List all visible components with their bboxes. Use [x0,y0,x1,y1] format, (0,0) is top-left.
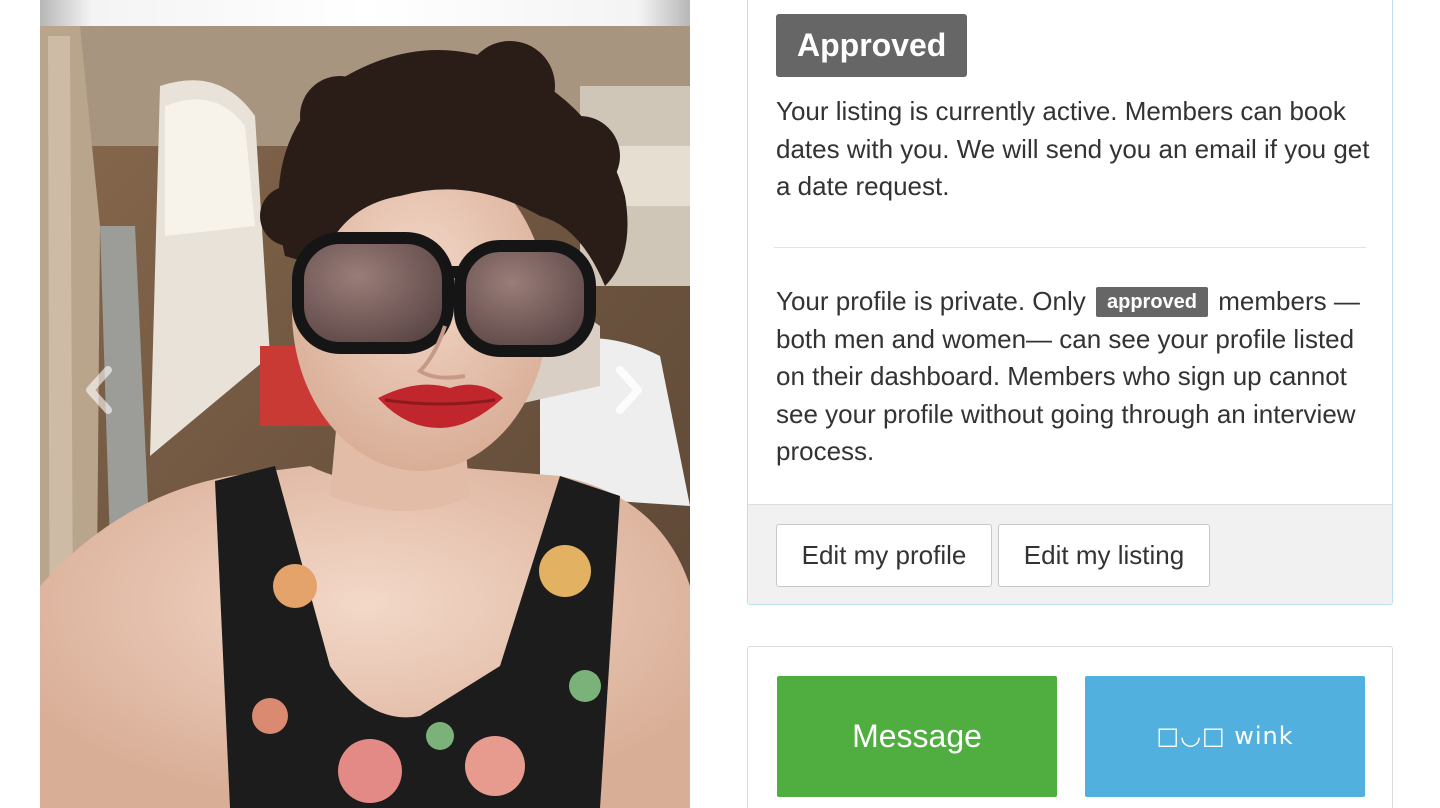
section-divider [774,247,1366,248]
status-panel-footer: Edit my profile Edit my listing [748,504,1392,604]
listing-status-panel: Approved Your listing is currently activ… [747,0,1393,605]
carousel-prev-button[interactable] [78,360,122,420]
chevron-right-icon [616,366,642,414]
profile-photo [40,26,690,808]
approved-status-badge: Approved [776,14,968,77]
carousel-top-bar [40,0,690,26]
carousel-next-button[interactable] [606,360,650,420]
chevron-left-icon [86,366,112,414]
privacy-text-before: Your profile is private. Only [776,286,1086,316]
edit-profile-button[interactable]: Edit my profile [776,524,992,587]
listing-page: Approved Your listing is currently activ… [0,0,1440,808]
wink-button[interactable]: □◡□ wink [1085,676,1365,797]
approved-inline-badge: approved [1095,287,1209,317]
profile-privacy-text: Your profile is private. Only approved m… [776,283,1371,471]
listing-active-text: Your listing is currently active. Member… [776,96,1370,201]
edit-listing-button[interactable]: Edit my listing [998,524,1210,587]
message-button[interactable]: Message [777,676,1057,797]
action-panel: Message □◡□ wink [747,646,1393,808]
photo-carousel [40,0,690,808]
